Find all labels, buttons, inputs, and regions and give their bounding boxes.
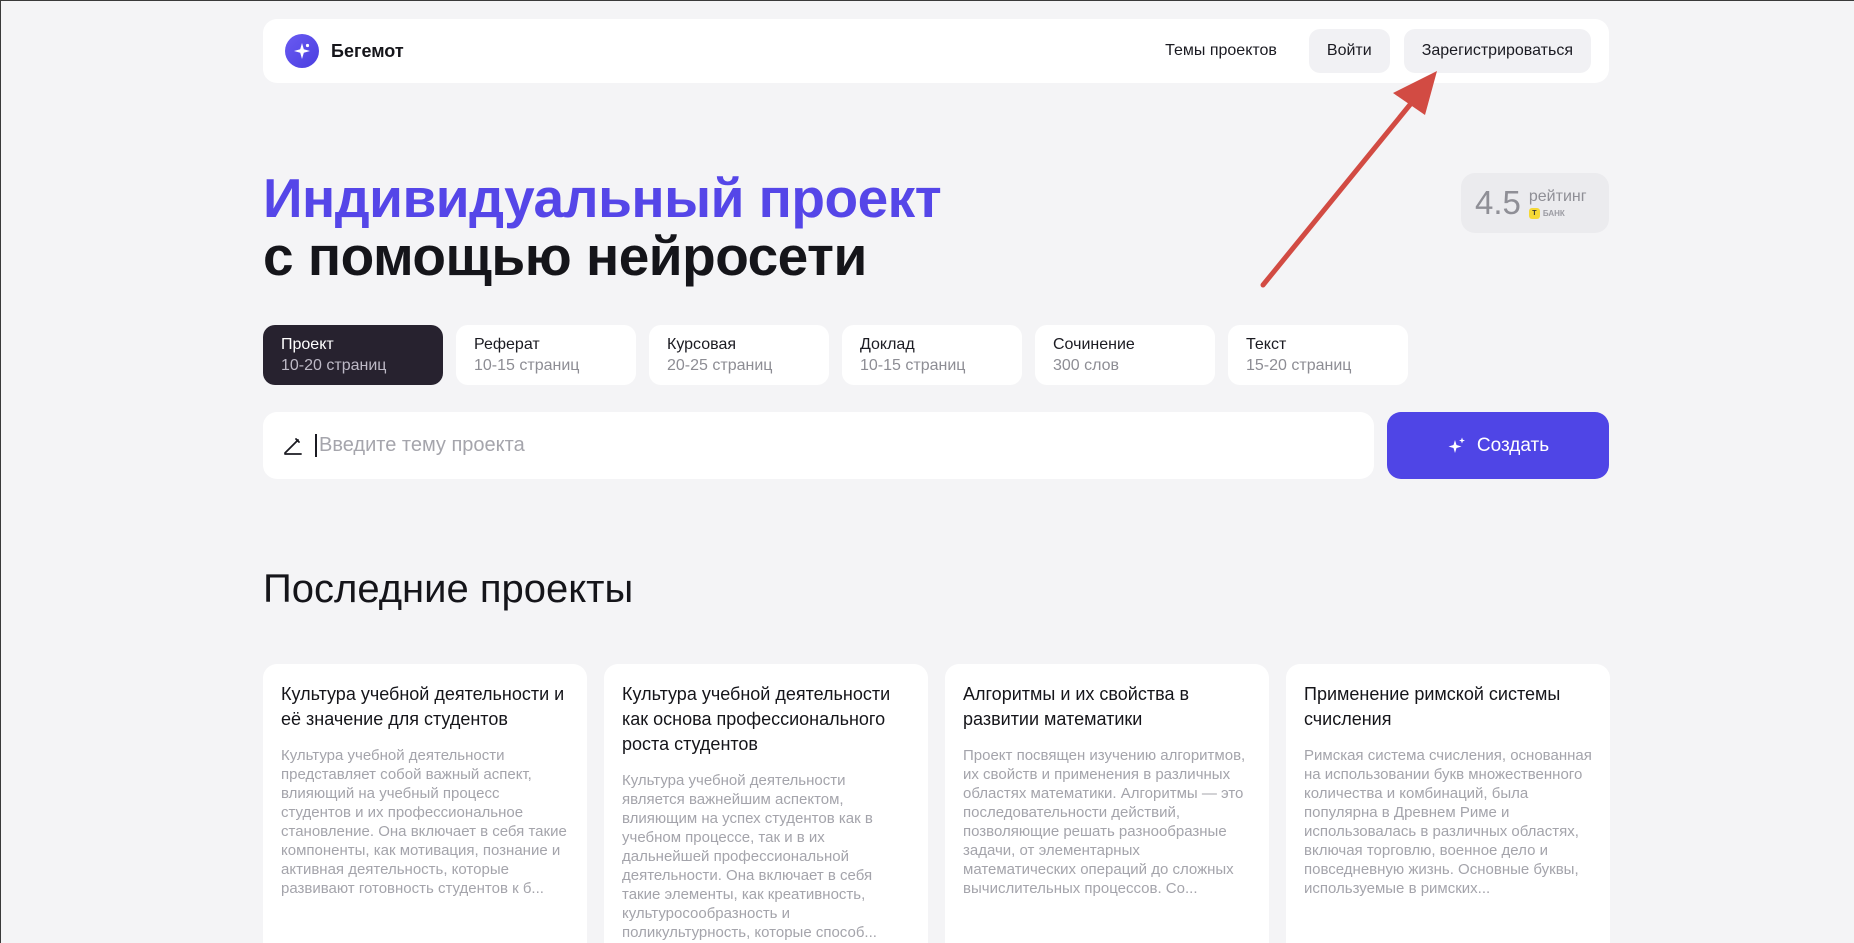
topic-input[interactable] xyxy=(315,434,1356,457)
rating-value: 4.5 xyxy=(1475,184,1521,221)
login-button[interactable]: Войти xyxy=(1308,29,1390,73)
type-name: Курсовая xyxy=(667,336,736,353)
top-header: Бегемот Темы проектов Войти Зарегистриро… xyxy=(263,19,1609,83)
type-name: Доклад xyxy=(860,336,915,353)
project-card[interactable]: Культура учебной деятельности и её значе… xyxy=(263,664,587,943)
type-option-composition[interactable]: Сочинение 300 слов xyxy=(1035,325,1215,385)
recent-projects-title: Последние проекты xyxy=(263,567,634,611)
type-option-project[interactable]: Проект 10-20 страниц xyxy=(263,325,443,385)
project-card[interactable]: Культура учебной деятельности как основа… xyxy=(604,664,928,943)
type-option-report[interactable]: Доклад 10-15 страниц xyxy=(842,325,1022,385)
rating-label: рейтинг xyxy=(1528,187,1587,205)
bank-logo: T БАНК xyxy=(1528,207,1587,219)
recent-projects-list: Культура учебной деятельности и её значе… xyxy=(263,664,1610,943)
sparkle-logo-icon xyxy=(285,34,319,68)
type-length: 20-25 страниц xyxy=(667,357,773,374)
logo[interactable]: Бегемот xyxy=(285,34,404,68)
project-card-description: Культура учебной деятельности представля… xyxy=(281,747,567,897)
type-length: 15-20 страниц xyxy=(1246,357,1352,374)
create-button-label: Создать xyxy=(1476,434,1550,456)
hero-title-line1: Индивидуальный проект xyxy=(263,167,942,229)
type-length: 10-20 страниц xyxy=(281,357,387,374)
bank-label: БАНК xyxy=(1542,208,1565,218)
type-name: Проект xyxy=(281,336,334,353)
type-name: Сочинение xyxy=(1053,336,1135,353)
rating-meta: рейтинг T БАНК xyxy=(1528,187,1587,219)
project-card[interactable]: Применение римской системы счисления Рим… xyxy=(1286,664,1610,943)
project-card-description: Римская система счисления, основанная на… xyxy=(1304,747,1592,897)
project-card-description: Культура учебной деятельности является в… xyxy=(622,772,877,941)
sparkle-icon xyxy=(1448,437,1465,453)
header-nav: Темы проектов Войти Зарегистрироваться xyxy=(1147,29,1591,73)
type-length: 10-15 страниц xyxy=(860,357,966,374)
project-card-title: Алгоритмы и их свойства в развитии матем… xyxy=(963,684,1190,729)
register-button[interactable]: Зарегистрироваться xyxy=(1403,29,1591,73)
hero-title: Индивидуальный проект с помощью нейросет… xyxy=(263,167,942,287)
document-type-selector: Проект 10-20 страниц Реферат 10-15 стран… xyxy=(263,325,1408,385)
bank-badge-icon: T xyxy=(1528,207,1540,219)
type-option-text[interactable]: Текст 15-20 страниц xyxy=(1228,325,1408,385)
page: Бегемот Темы проектов Войти Зарегистриро… xyxy=(0,0,1854,943)
project-card-title: Культура учебной деятельности как основа… xyxy=(622,684,891,754)
type-option-essay[interactable]: Реферат 10-15 страниц xyxy=(456,325,636,385)
type-length: 10-15 страниц xyxy=(474,357,580,374)
project-card-title: Культура учебной деятельности и её значе… xyxy=(281,684,565,729)
type-length: 300 слов xyxy=(1053,357,1120,374)
topic-input-box xyxy=(263,412,1374,479)
type-name: Реферат xyxy=(474,336,540,353)
type-name: Текст xyxy=(1246,336,1287,353)
project-card-title: Применение римской системы счисления xyxy=(1304,684,1561,729)
pencil-icon xyxy=(284,437,302,455)
project-card-description: Проект посвящен изучению алгоритмов, их … xyxy=(963,747,1246,897)
hero-title-line2: с помощью нейросети xyxy=(263,225,867,287)
nav-link-project-topics[interactable]: Темы проектов xyxy=(1147,42,1295,60)
rating-badge: 4.5 рейтинг T БАНК xyxy=(1461,173,1609,233)
create-button[interactable]: Создать xyxy=(1387,412,1609,479)
type-option-coursework[interactable]: Курсовая 20-25 страниц xyxy=(649,325,829,385)
logo-text: Бегемот xyxy=(331,40,404,61)
project-card[interactable]: Алгоритмы и их свойства в развитии матем… xyxy=(945,664,1269,943)
